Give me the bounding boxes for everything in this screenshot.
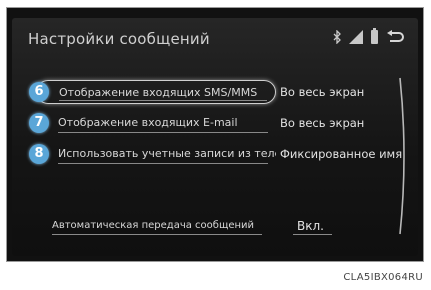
phone-accounts-button[interactable]: Использовать учетные записи из телефона [36,142,276,166]
email-display-button[interactable]: Отображение входящих E-mail [36,111,276,135]
status-bar [333,28,404,44]
back-icon[interactable] [386,30,404,44]
bluetooth-icon [333,30,341,44]
callout-number: 6 [29,82,49,102]
sms-display-button[interactable]: Отображение входящих SMS/MMS [36,80,276,104]
callout-number: 7 [29,113,49,133]
header: Настройки сообщений [12,18,418,58]
page-title: Настройки сообщений [28,30,210,48]
settings-row-sms: 6 Отображение входящих SMS/MMS Во весь э… [12,80,418,106]
message-settings-screen: Настройки сообщений 6 Отображение входящ… [12,18,418,256]
phone-accounts-value: Фиксированное имя [280,147,403,161]
scrollbar[interactable] [398,76,408,236]
auto-send-value[interactable]: Вкл. [293,214,332,238]
image-code: CLA5IBX064RU [343,272,423,283]
email-display-value: Во весь экран [280,116,365,130]
settings-row-auto: Автоматическая передача сообщений Вкл. [12,214,418,240]
signal-icon [349,30,363,44]
callout-number: 8 [29,144,49,164]
auto-send-button[interactable]: Автоматическая передача сообщений [52,214,262,238]
settings-row-email: 7 Отображение входящих E-mail Во весь эк… [12,111,418,137]
sms-display-value: Во весь экран [280,85,365,99]
battery-icon [371,28,378,44]
settings-row-accounts: 8 Использовать учетные записи из телефон… [12,142,418,168]
